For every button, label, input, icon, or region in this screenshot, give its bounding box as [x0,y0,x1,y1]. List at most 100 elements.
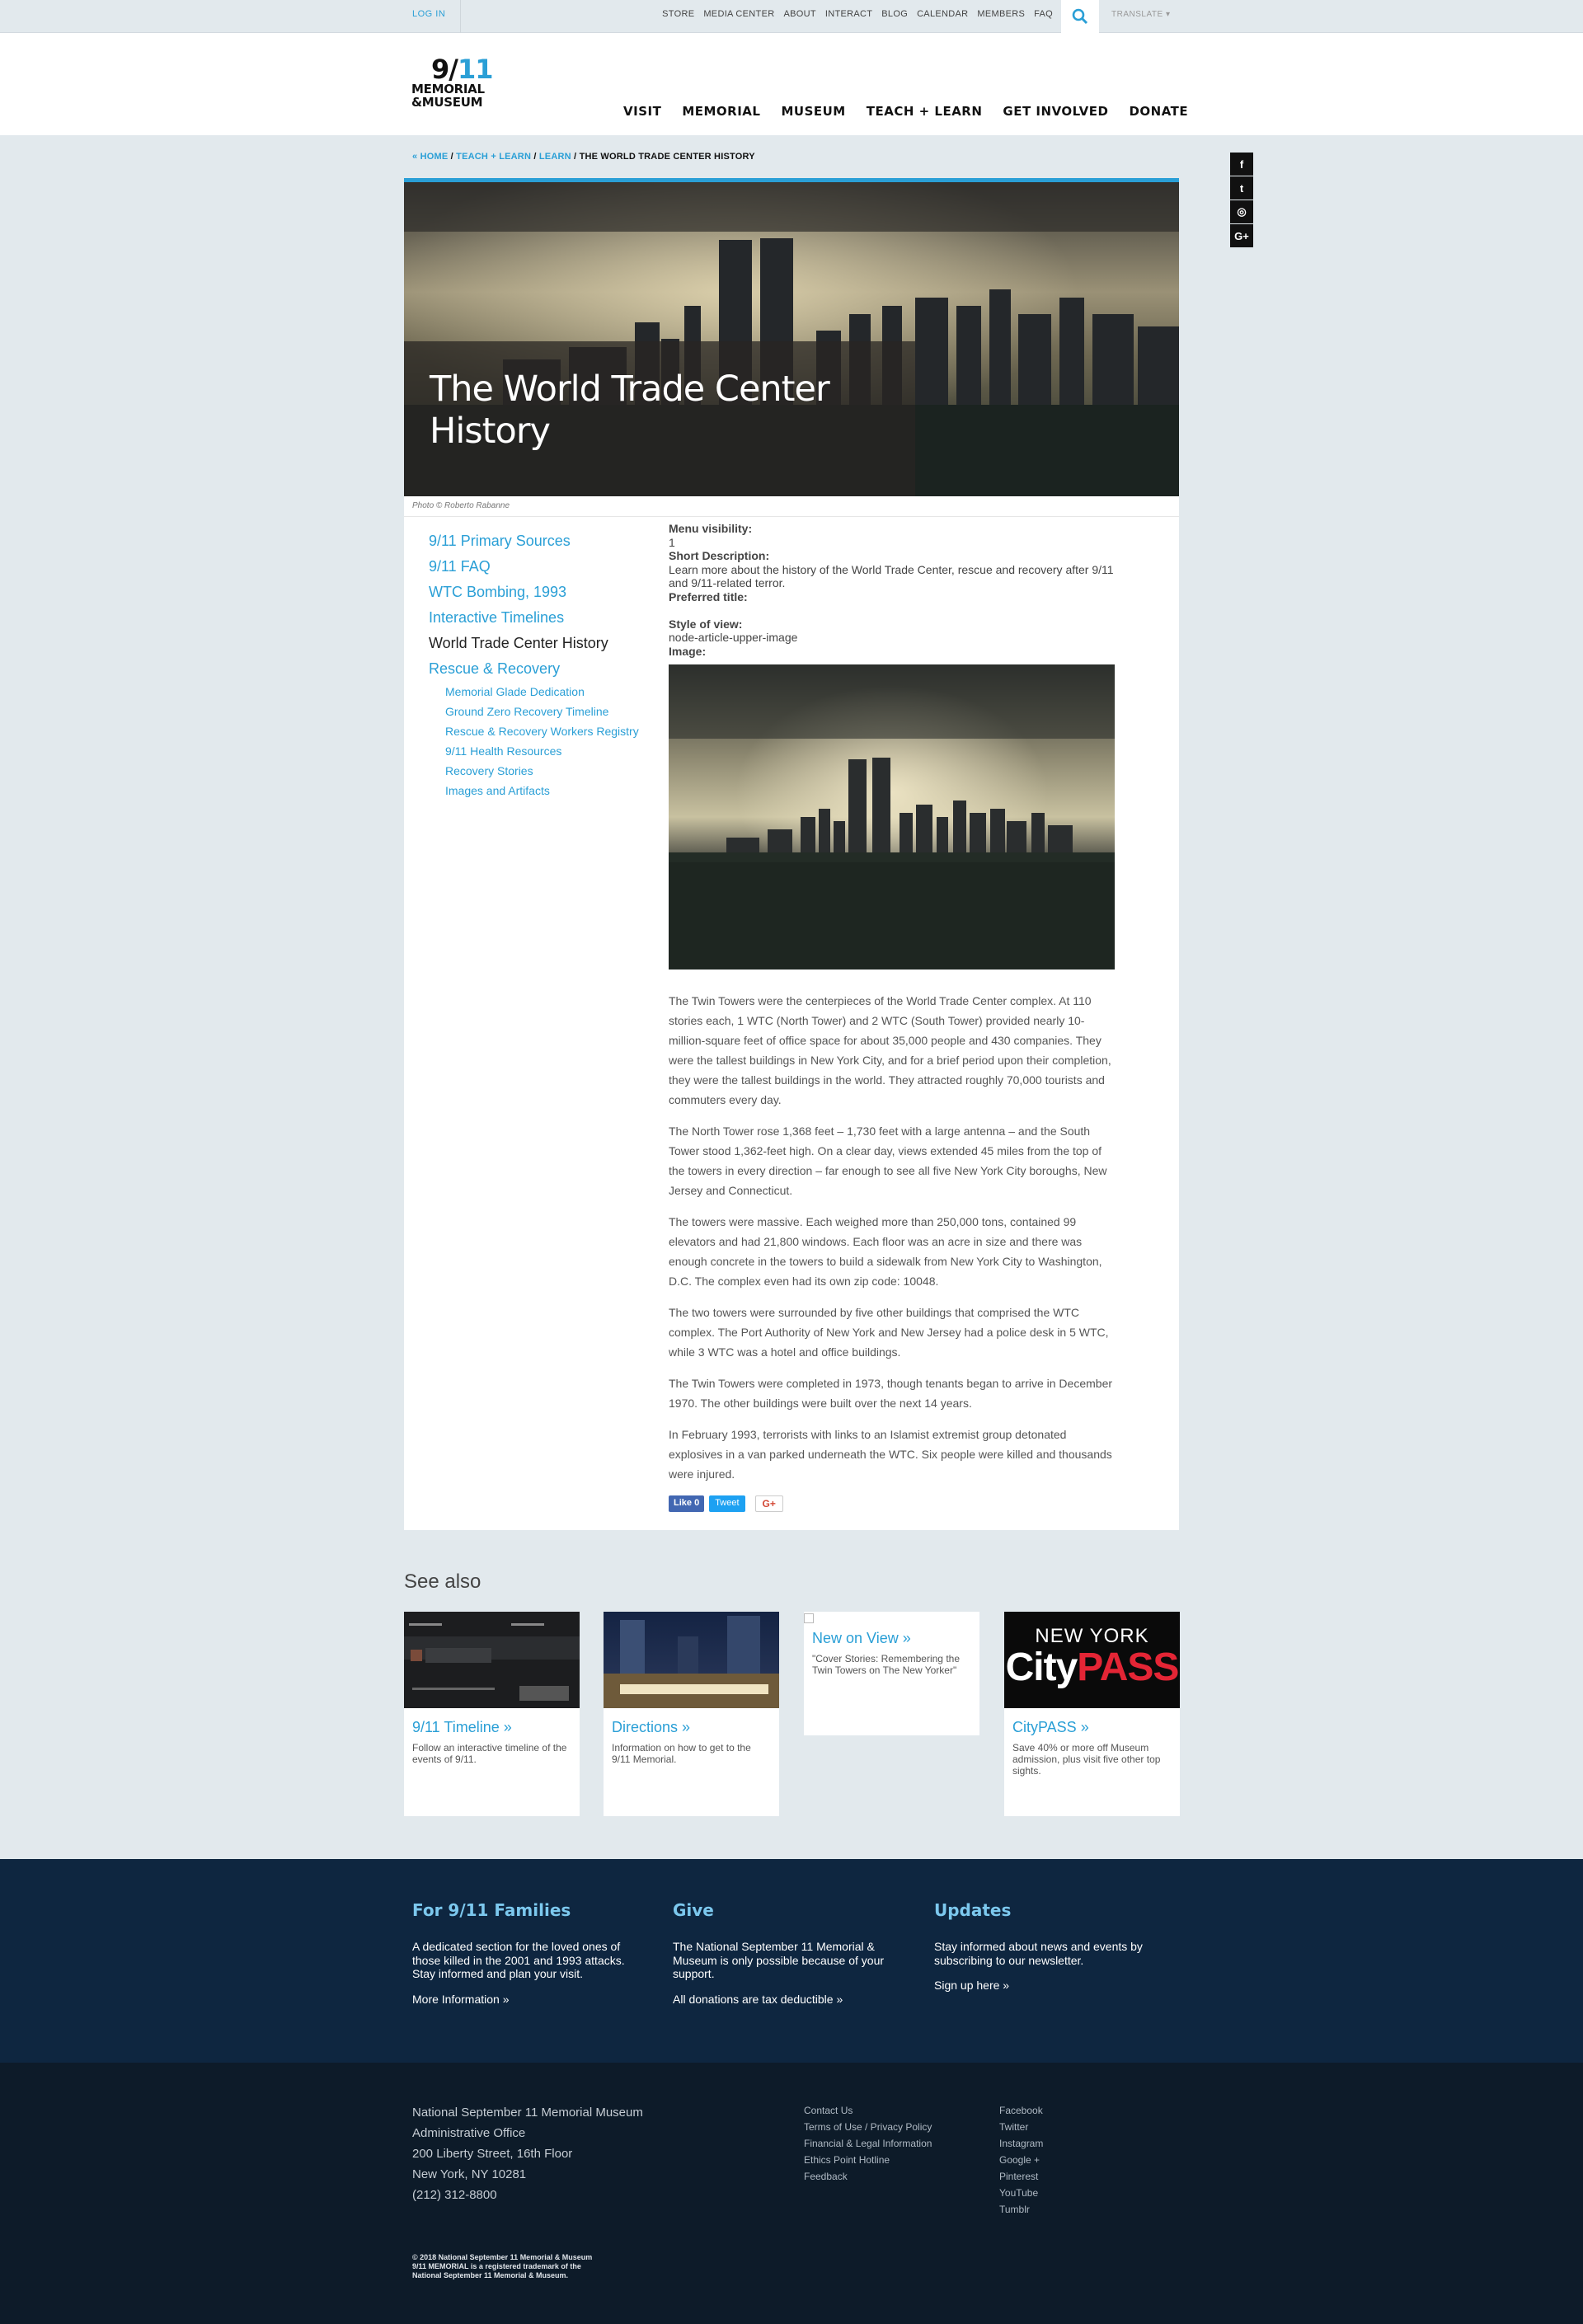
address-line: 200 Liberty Street, 16th Floor [412,2147,573,2161]
breadcrumb-home[interactable]: « HOME [412,152,448,162]
submenu-item-recovery-stories[interactable]: Recovery Stories [445,763,651,778]
nav-memorial[interactable]: MEMORIAL [682,104,760,119]
card-title[interactable]: Directions » [612,1719,771,1736]
main-nav: VISIT MEMORIAL MUSEUM TEACH + LEARN GET … [623,104,1188,119]
nav-teach-learn[interactable]: TEACH + LEARN [867,104,983,119]
utility-link-members[interactable]: MEMBERS [977,9,1025,19]
copyright-line: National September 11 Memorial & Museum. [412,2271,569,2279]
breadcrumb-teach-learn[interactable]: TEACH + LEARN [456,152,531,162]
meta-value: 1 [669,535,675,549]
phone-number: (212) 312-8800 [412,2188,497,2202]
menu-item-primary-sources[interactable]: 9/11 Primary Sources [429,533,651,550]
address-line: Administrative Office [412,2126,526,2140]
footer-link-instagram[interactable]: Instagram [999,2135,1043,2152]
copyright-line: 9/11 MEMORIAL is a registered trademark … [412,2262,581,2270]
info-band: For 9/11 Families A dedicated section fo… [0,1859,1583,2063]
card-title[interactable]: CityPASS » [1012,1719,1172,1736]
footer-link-financial[interactable]: Financial & Legal Information [804,2135,932,2152]
footer-link-tumblr[interactable]: Tumblr [999,2201,1043,2218]
utility-link-about[interactable]: ABOUT [783,9,815,19]
footer-link-contact[interactable]: Contact Us [804,2102,932,2119]
submenu-item-workers-registry[interactable]: Rescue & Recovery Workers Registry [445,724,651,739]
site-header: 9/11 MEMORIAL &MUSEUM VISIT MEMORIAL MUS… [0,33,1583,135]
families-more-link[interactable]: More Information » [412,1993,635,2006]
see-also-card[interactable]: Directions » Information on how to get t… [604,1612,779,1816]
page-title: The World Trade Center History [430,369,830,452]
signup-link[interactable]: Sign up here » [934,1979,1157,1992]
social-share-sidebar: f t ◎ G+ [1230,153,1253,248]
nav-get-involved[interactable]: GET INVOLVED [1003,104,1108,119]
submenu-item-images-artifacts[interactable]: Images and Artifacts [445,783,651,798]
paragraph: The Twin Towers were the centerpieces of… [669,994,1111,1106]
card-description: Information on how to get to the 9/11 Me… [612,1742,751,1765]
site-footer: National September 11 Memorial Museum Ad… [0,2063,1583,2324]
twitter-icon[interactable]: t [1230,176,1253,200]
submenu-item-health-resources[interactable]: 9/11 Health Resources [445,744,651,758]
footer-link-ethics[interactable]: Ethics Point Hotline [804,2152,932,2168]
logo-number-b: 11 [457,54,494,85]
utility-link-interact[interactable]: INTERACT [825,9,872,19]
card-title[interactable]: 9/11 Timeline » [412,1719,571,1736]
citypass-line1: NEW YORK [1035,1625,1149,1647]
footer-link-facebook[interactable]: Facebook [999,2102,1043,2119]
tweet-button[interactable]: Tweet [709,1495,745,1512]
updates-heading: Updates [934,1900,1012,1920]
copyright-line: © 2018 National September 11 Memorial & … [412,2253,593,2261]
facebook-icon[interactable]: f [1230,153,1253,176]
menu-item-wtc-bombing[interactable]: WTC Bombing, 1993 [429,584,651,601]
breadcrumb-current: THE WORLD TRADE CENTER HISTORY [579,152,755,162]
search-button[interactable] [1061,0,1099,33]
nav-museum[interactable]: MUSEUM [781,104,845,119]
photo-credit: Photo © Roberto Rabanne [412,501,510,510]
footer-link-terms[interactable]: Terms of Use / Privacy Policy [804,2119,932,2135]
utility-link-calendar[interactable]: CALENDAR [917,9,968,19]
give-text: The National September 11 Memorial & Mus… [673,1940,885,1980]
give-link[interactable]: All donations are tax deductible » [673,1993,895,2006]
utility-nav: STORE MEDIA CENTER ABOUT INTERACT BLOG C… [662,0,1053,33]
footer-link-youtube[interactable]: YouTube [999,2185,1043,2201]
google-plus-icon[interactable]: G+ [1230,224,1253,247]
paragraph: The two towers were surrounded by five o… [669,1306,1109,1359]
google-plus-button[interactable]: G+ [754,1495,783,1512]
paragraph: The Twin Towers were completed in 1973, … [669,1377,1113,1410]
search-icon [1072,8,1088,25]
utility-link-blog[interactable]: BLOG [881,9,908,19]
facebook-like-button[interactable]: Like 0 [669,1495,705,1512]
utility-link-media-center[interactable]: MEDIA CENTER [703,9,774,19]
copyright: © 2018 National September 11 Memorial & … [412,2253,592,2280]
updates-text: Stay informed about news and events by s… [934,1940,1143,1967]
meta-label: Menu visibility: [669,522,753,535]
updates-column: Updates Stay informed about news and eve… [934,1900,1157,1992]
footer-address: National September 11 Memorial Museum Ad… [412,2102,643,2205]
breadcrumb-learn[interactable]: LEARN [539,152,571,162]
site-logo[interactable]: 9/11 MEMORIAL &MUSEUM [411,56,510,109]
section-menu: 9/11 Primary Sources 9/11 FAQ WTC Bombin… [429,533,651,803]
meta-label: Image: [669,644,707,658]
submenu-item-memorial-glade[interactable]: Memorial Glade Dedication [445,684,651,699]
nav-visit[interactable]: VISIT [623,104,661,119]
menu-item-faq[interactable]: 9/11 FAQ [429,558,651,575]
submenu-item-recovery-timeline[interactable]: Ground Zero Recovery Timeline [445,704,651,719]
footer-link-twitter[interactable]: Twitter [999,2119,1043,2135]
utility-link-faq[interactable]: FAQ [1034,9,1053,19]
footer-links: Contact Us Terms of Use / Privacy Policy… [804,2102,932,2185]
utility-link-store[interactable]: STORE [662,9,694,19]
menu-item-rescue-recovery[interactable]: Rescue & Recovery [429,660,651,678]
footer-link-feedback[interactable]: Feedback [804,2168,932,2185]
card-title[interactable]: New on View » [812,1630,971,1647]
utility-bar: LOG IN STORE MEDIA CENTER ABOUT INTERACT… [0,0,1583,33]
translate-dropdown[interactable]: TRANSLATE ▾ [1111,0,1170,33]
breadcrumb-separator: / [450,152,453,162]
see-also-card[interactable]: NEW YORK CityPASS CityPASS » Save 40% or… [1004,1612,1180,1816]
menu-item-interactive-timelines[interactable]: Interactive Timelines [429,609,651,627]
instagram-icon[interactable]: ◎ [1230,200,1253,223]
see-also-card[interactable]: 9/11 Timeline » Follow an interactive ti… [404,1612,580,1816]
login-link[interactable]: LOG IN [412,0,462,33]
nav-donate[interactable]: DONATE [1129,104,1188,119]
footer-link-pinterest[interactable]: Pinterest [999,2168,1043,2185]
footer-link-google-plus[interactable]: Google + [999,2152,1043,2168]
see-also-card[interactable]: New on View » "Cover Stories: Rememberin… [804,1612,979,1735]
logo-line1: MEMORIAL [411,82,485,96]
breadcrumb-separator: / [533,152,537,162]
menu-item-wtc-history[interactable]: World Trade Center History [429,635,651,652]
